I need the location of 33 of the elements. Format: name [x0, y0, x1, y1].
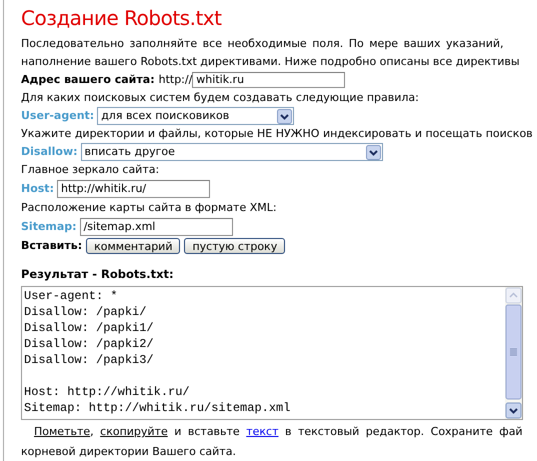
code-line: Disallow: /papki1/ — [24, 320, 155, 336]
field-label: User-agent: — [21, 108, 94, 124]
result-textarea[interactable]: User-agent: * Disallow: /papki/ Disallow: /papki1/ Disallow: /papki2/ Disallow: /papki3/ Host: http://whitik.ru/ Sitemap: http://whitik.ru/sitemap.xml — [21, 286, 523, 420]
field-label: Sitemap: — [21, 219, 77, 235]
insert-button[interactable]: комментарий — [86, 238, 180, 254]
field-label: Адрес вашего сайта: — [21, 72, 155, 88]
code-line: Sitemap: http://whitik.ru/sitemap.xml — [24, 400, 292, 416]
code-line: Host: http://whitik.ru/ — [24, 384, 191, 400]
sitemap-field[interactable]: /sitemap.xml — [80, 218, 233, 236]
host-field[interactable]: http://whitik.ru/ — [56, 180, 210, 198]
instructions-paragraph: Пометьте, скопируйте и вставьте текст в текстовый редактор. Сохраните фай корневой директории Вашего сайта. — [21, 424, 524, 460]
insert-label: Вставить: — [21, 238, 82, 254]
user-agent-select[interactable]: для всех поисковиков — [97, 107, 294, 125]
url-prefix: http:// — [158, 72, 192, 88]
code-line: Disallow: /papki/ — [24, 304, 148, 320]
insert-button[interactable]: пустую строку — [184, 238, 286, 254]
code-line: User-agent: * — [24, 288, 119, 304]
scrollbar[interactable] — [505, 287, 522, 419]
field-label: Host: — [21, 181, 54, 197]
link[interactable]: скопируйте — [100, 425, 168, 438]
field-label: Disallow: — [21, 144, 78, 160]
field-prompt: Укажите директории и файлы, которые НЕ НУЖНО индексировать и посещать поисков — [21, 126, 534, 142]
code-line: Disallow: /papki3/ — [24, 352, 155, 368]
field-prompt: Расположение карты сайта в формате XML: — [21, 200, 278, 216]
field-prompt: Главное зеркало сайта: — [21, 162, 160, 178]
link[interactable]: текст — [246, 425, 278, 438]
field-prompt: Для каких поисковых систем будем создавать следующие правила: — [21, 90, 420, 106]
site-address-field[interactable]: whitik.ru — [192, 72, 346, 88]
code-line: Disallow: /papki2/ — [24, 336, 155, 352]
link[interactable]: Пометьте — [34, 425, 90, 438]
page-title: Создание Robots.txt — [21, 6, 222, 30]
result-heading: Результат - Robots.txt: — [21, 266, 174, 283]
disallow-select[interactable]: вписать другое — [80, 143, 383, 161]
